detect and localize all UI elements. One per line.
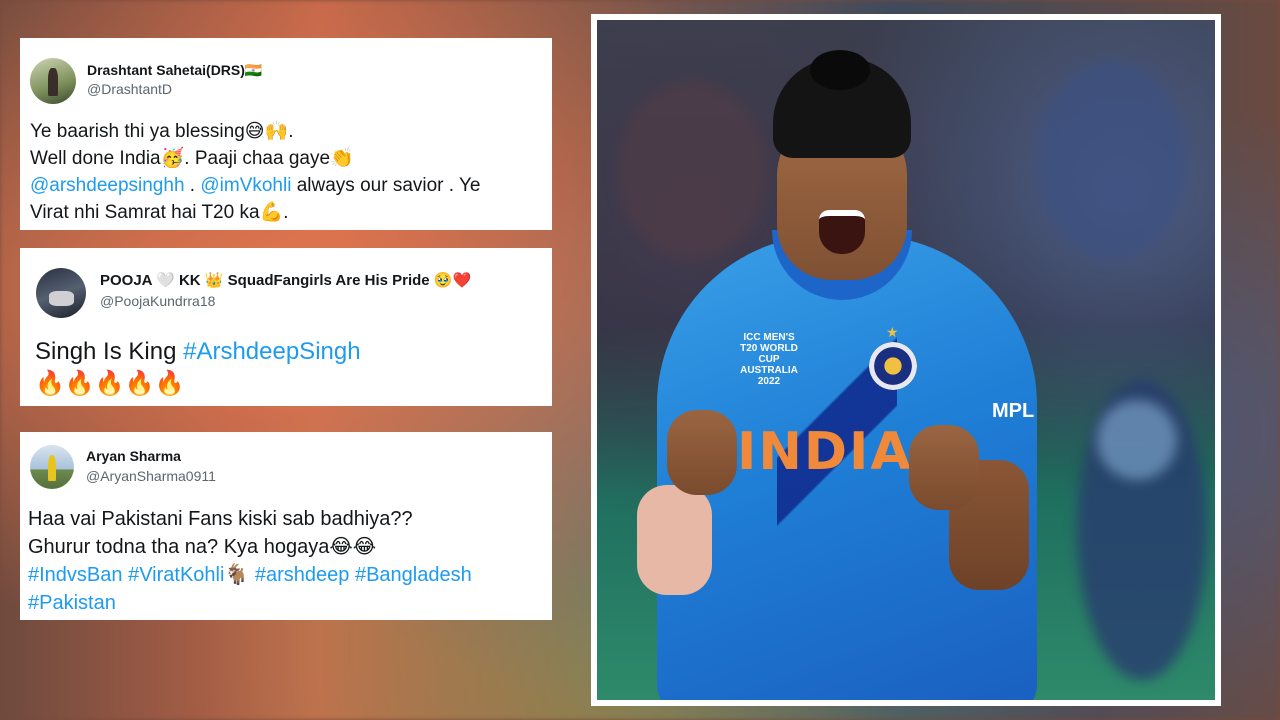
tweet-card-aryan[interactable]: Aryan Sharma @AryanSharma0911 Haa vai Pa… bbox=[20, 432, 552, 620]
player-photo[interactable]: ★ ICC MEN'S T20 WORLD CUP AUSTRALIA 2022… bbox=[597, 20, 1215, 700]
tweet-line: Virat nhi Samrat hai T20 ka💪. bbox=[30, 202, 289, 223]
fire-emoji-line: 🔥🔥🔥🔥🔥 bbox=[35, 370, 185, 397]
avatar[interactable] bbox=[30, 445, 74, 489]
tweet-body: Ye baarish thi ya blessing😅🙌. Well done … bbox=[30, 118, 540, 226]
hashtags-link-line[interactable]: #Pakistan bbox=[28, 589, 540, 617]
avatar[interactable] bbox=[30, 58, 76, 104]
tweet-text: always our savior . Ye bbox=[291, 175, 481, 196]
tweet-line: Well done India🥳. Paaji chaa gaye👏 bbox=[30, 148, 354, 169]
tweet-line: Haa vai Pakistani Fans kiski sab badhiya… bbox=[28, 508, 413, 530]
hashtag-link[interactable]: #ArshdeepSingh bbox=[183, 338, 360, 365]
tweet-body: Haa vai Pakistani Fans kiski sab badhiya… bbox=[28, 505, 540, 617]
sponsor-logo: MPL bbox=[992, 400, 1035, 422]
tweet-text: Singh Is King bbox=[35, 338, 184, 365]
jersey-text: INDIA bbox=[737, 422, 913, 482]
mention-link[interactable]: @imVkohli bbox=[200, 175, 291, 196]
left-fist bbox=[667, 410, 737, 495]
t20-world-cup-logo: ICC MEN'S T20 WORLD CUP AUSTRALIA 2022 bbox=[740, 332, 798, 387]
hashtags-link-line[interactable]: #IndvsBan #ViratKohli🐐 #arshdeep #Bangla… bbox=[28, 561, 540, 589]
tweet-card-pooja[interactable]: POOJA 🤍 KK 👑 SquadFangirls Are His Pride… bbox=[20, 248, 552, 406]
tweet-line-mentions: @arshdeepsinghh . @imVkohli always our s… bbox=[30, 172, 540, 199]
tweet-card-drashtant[interactable]: Drashtant Sahetai(DRS)🇮🇳 @DrashtantD Ye … bbox=[20, 38, 552, 230]
tweet-line: Ghurur todna tha na? Kya hogaya😂😂 bbox=[28, 536, 377, 558]
tweet-author-name[interactable]: POOJA 🤍 KK 👑 SquadFangirls Are His Pride… bbox=[100, 271, 471, 289]
right-fist bbox=[909, 425, 979, 510]
tweet-author-handle[interactable]: @AryanSharma0911 bbox=[86, 468, 216, 484]
tweet-line: Ye baarish thi ya blessing😅🙌. bbox=[30, 121, 294, 142]
tweet-author-name[interactable]: Drashtant Sahetai(DRS)🇮🇳 bbox=[87, 62, 262, 79]
avatar[interactable] bbox=[36, 268, 86, 318]
bcci-crest-icon bbox=[869, 342, 917, 390]
tweet-author-name[interactable]: Aryan Sharma bbox=[86, 448, 181, 464]
player-photo-frame: ★ ICC MEN'S T20 WORLD CUP AUSTRALIA 2022… bbox=[591, 14, 1221, 706]
tweet-author-handle[interactable]: @PoojaKundrra18 bbox=[100, 293, 215, 309]
tweet-line: Singh Is King #ArshdeepSingh bbox=[35, 336, 540, 368]
star-icon: ★ bbox=[886, 324, 899, 340]
tweet-body: Singh Is King #ArshdeepSingh 🔥🔥🔥🔥🔥 bbox=[35, 336, 540, 400]
tweet-author-handle[interactable]: @DrashtantD bbox=[87, 81, 172, 97]
mention-link[interactable]: @arshdeepsinghh bbox=[30, 175, 185, 196]
separator-text: . bbox=[184, 175, 201, 196]
